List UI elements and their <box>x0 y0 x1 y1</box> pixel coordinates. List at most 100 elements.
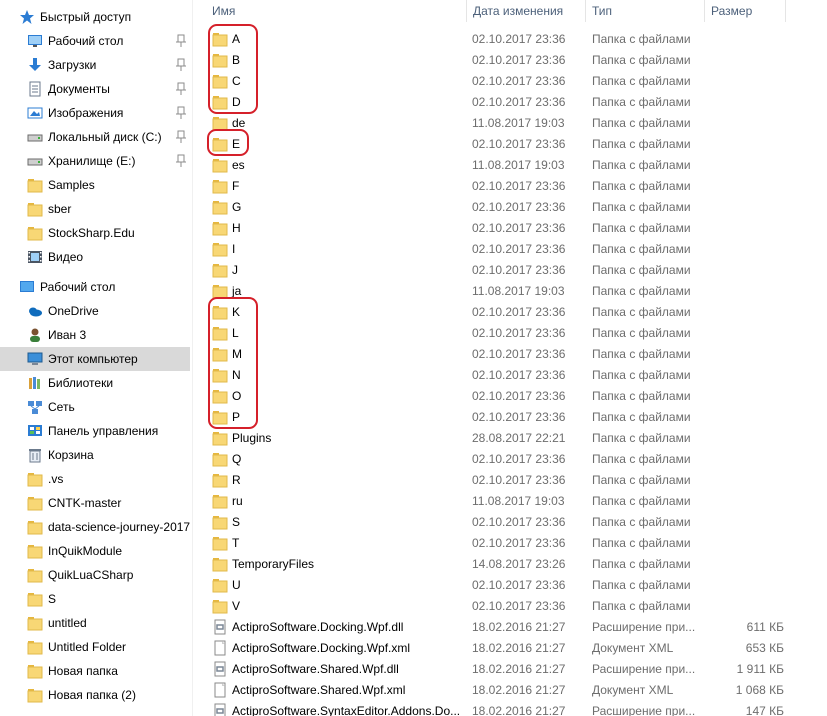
file-row[interactable]: A 02.10.2017 23:36 Папка с файлами <box>196 28 796 49</box>
file-row[interactable]: es 11.08.2017 19:03 Папка с файлами <box>196 154 796 175</box>
file-row[interactable]: Q 02.10.2017 23:36 Папка с файлами <box>196 448 796 469</box>
file-row[interactable]: ActiproSoftware.Docking.Wpf.xml 18.02.201… <box>196 637 796 658</box>
file-row[interactable]: B 02.10.2017 23:36 Папка с файлами <box>196 49 796 70</box>
nav-item[interactable]: InQuikModule <box>0 539 190 563</box>
video-icon <box>27 249 43 265</box>
nav-item-label: StockSharp.Edu <box>48 226 135 240</box>
file-size <box>702 343 784 364</box>
pin-icon[interactable] <box>175 154 187 168</box>
file-row[interactable]: C 02.10.2017 23:36 Папка с файлами <box>196 70 796 91</box>
nav-item[interactable]: Корзина <box>0 443 190 467</box>
file-name-cell: G <box>212 196 462 217</box>
file-type: Папка с файлами <box>592 367 691 382</box>
nav-item[interactable]: Новая папка <box>0 659 190 683</box>
file-row[interactable]: F 02.10.2017 23:36 Папка с файлами <box>196 175 796 196</box>
file-row[interactable]: ActiproSoftware.Shared.Wpf.xml 18.02.2016… <box>196 679 796 700</box>
folder-icon <box>27 567 43 583</box>
column-divider[interactable] <box>785 0 786 22</box>
nav-item[interactable]: Изображения <box>0 101 190 125</box>
file-row[interactable]: ja 11.08.2017 19:03 Папка с файлами <box>196 280 796 301</box>
pin-icon[interactable] <box>175 58 187 72</box>
navigation-pane: Быстрый доступ Рабочий стол Загрузки Докуме… <box>0 0 190 716</box>
file-row[interactable]: de 11.08.2017 19:03 Папка с файлами <box>196 112 796 133</box>
nav-item[interactable]: Рабочий стол <box>0 29 190 53</box>
nav-item[interactable]: StockSharp.Edu <box>0 221 190 245</box>
file-row[interactable]: ActiproSoftware.Shared.Wpf.dll 18.02.2016… <box>196 658 796 679</box>
file-row[interactable]: G 02.10.2017 23:36 Папка с файлами <box>196 196 796 217</box>
nav-item[interactable]: Untitled Folder <box>0 635 190 659</box>
nav-item[interactable]: Локальный диск (C:) <box>0 125 190 149</box>
file-date: 11.08.2017 19:03 <box>472 283 565 298</box>
file-row[interactable]: ActiproSoftware.SyntaxEditor.Addons.Do..… <box>196 700 796 716</box>
nav-item[interactable]: data-science-journey-2017 <box>0 515 190 539</box>
file-row[interactable]: K 02.10.2017 23:36 Папка с файлами <box>196 301 796 322</box>
file-type: Папка с файлами <box>592 115 691 130</box>
nav-item[interactable]: Иван 3 <box>0 323 190 347</box>
file-size: 147 КБ <box>745 703 784 716</box>
pin-icon[interactable] <box>175 34 187 48</box>
xml-file-icon <box>212 682 228 698</box>
file-row[interactable]: N 02.10.2017 23:36 Папка с файлами <box>196 364 796 385</box>
nav-item[interactable]: Панель управления <box>0 419 190 443</box>
nav-item[interactable]: OneDrive <box>0 299 190 323</box>
column-name-header[interactable]: Имя <box>206 0 466 22</box>
file-row[interactable]: P 02.10.2017 23:36 Папка с файлами <box>196 406 796 427</box>
user-icon <box>27 327 43 343</box>
pin-icon[interactable] <box>175 130 187 144</box>
file-row[interactable]: L 02.10.2017 23:36 Папка с файлами <box>196 322 796 343</box>
file-row[interactable]: E 02.10.2017 23:36 Папка с файлами <box>196 133 796 154</box>
file-row[interactable]: M 02.10.2017 23:36 Папка с файлами <box>196 343 796 364</box>
nav-item[interactable]: untitled <box>0 611 190 635</box>
file-row[interactable]: R 02.10.2017 23:36 Папка с файлами <box>196 469 796 490</box>
file-row[interactable]: O 02.10.2017 23:36 Папка с файлами <box>196 385 796 406</box>
file-row[interactable]: ActiproSoftware.Docking.Wpf.dll 18.02.201… <box>196 616 796 637</box>
nav-item-label: Сеть <box>48 400 75 414</box>
nav-item[interactable]: Загрузки <box>0 53 190 77</box>
nav-item[interactable]: QuikLuaCSharp <box>0 563 190 587</box>
nav-item[interactable]: Хранилище (E:) <box>0 149 190 173</box>
nav-item[interactable]: S <box>0 587 190 611</box>
nav-item-label: QuikLuaCSharp <box>48 568 134 582</box>
column-size-header[interactable]: Размер <box>705 0 785 22</box>
nav-item-label: Загрузки <box>48 58 97 72</box>
file-row[interactable]: V 02.10.2017 23:36 Папка с файлами <box>196 595 796 616</box>
file-size <box>702 28 784 49</box>
file-name: J <box>232 262 238 277</box>
nav-item[interactable]: Новая папка (2) <box>0 683 190 707</box>
nav-item[interactable]: sber <box>0 197 190 221</box>
pin-icon[interactable] <box>175 82 187 96</box>
file-row[interactable]: TemporaryFiles 14.08.2017 23:26 Папка с фа… <box>196 553 796 574</box>
nav-item[interactable]: Библиотеки <box>0 371 190 395</box>
file-date: 02.10.2017 23:36 <box>472 199 566 214</box>
nav-item[interactable]: Этот компьютер <box>0 347 190 371</box>
file-row[interactable]: I 02.10.2017 23:36 Папка с файлами <box>196 238 796 259</box>
file-row[interactable]: U 02.10.2017 23:36 Папка с файлами <box>196 574 796 595</box>
nav-item[interactable]: CNTK-master <box>0 491 190 515</box>
column-date-header[interactable]: Дата изменения <box>467 0 585 22</box>
nav-item[interactable]: Быстрый доступ <box>0 5 190 29</box>
nav-item-label: .vs <box>48 472 64 486</box>
nav-item[interactable]: Видео <box>0 245 190 269</box>
file-row[interactable]: ru 11.08.2017 19:03 Папка с файлами <box>196 490 796 511</box>
nav-item[interactable]: Samples <box>0 173 190 197</box>
file-date: 02.10.2017 23:36 <box>472 325 566 340</box>
nav-item[interactable]: Сеть <box>0 395 190 419</box>
file-date: 02.10.2017 23:36 <box>472 388 566 403</box>
column-type-header[interactable]: Тип <box>586 0 704 22</box>
file-name: T <box>232 535 240 550</box>
file-name: I <box>232 241 236 256</box>
file-name: G <box>232 199 242 214</box>
pin-icon[interactable] <box>175 106 187 120</box>
file-row[interactable]: J 02.10.2017 23:36 Папка с файлами <box>196 259 796 280</box>
nav-item-label: CNTK-master <box>48 496 122 510</box>
file-row[interactable]: Plugins 28.08.2017 22:21 Папка с файлами <box>196 427 796 448</box>
nav-item[interactable]: .vs <box>0 467 190 491</box>
file-row[interactable]: T 02.10.2017 23:36 Папка с файлами <box>196 532 796 553</box>
file-row[interactable]: D 02.10.2017 23:36 Папка с файлами <box>196 91 796 112</box>
file-size <box>702 322 784 343</box>
file-row[interactable]: H 02.10.2017 23:36 Папка с файлами <box>196 217 796 238</box>
nav-item[interactable]: Рабочий стол <box>0 275 190 299</box>
pane-divider[interactable] <box>192 0 193 716</box>
file-row[interactable]: S 02.10.2017 23:36 Папка с файлами <box>196 511 796 532</box>
nav-item[interactable]: Документы <box>0 77 190 101</box>
